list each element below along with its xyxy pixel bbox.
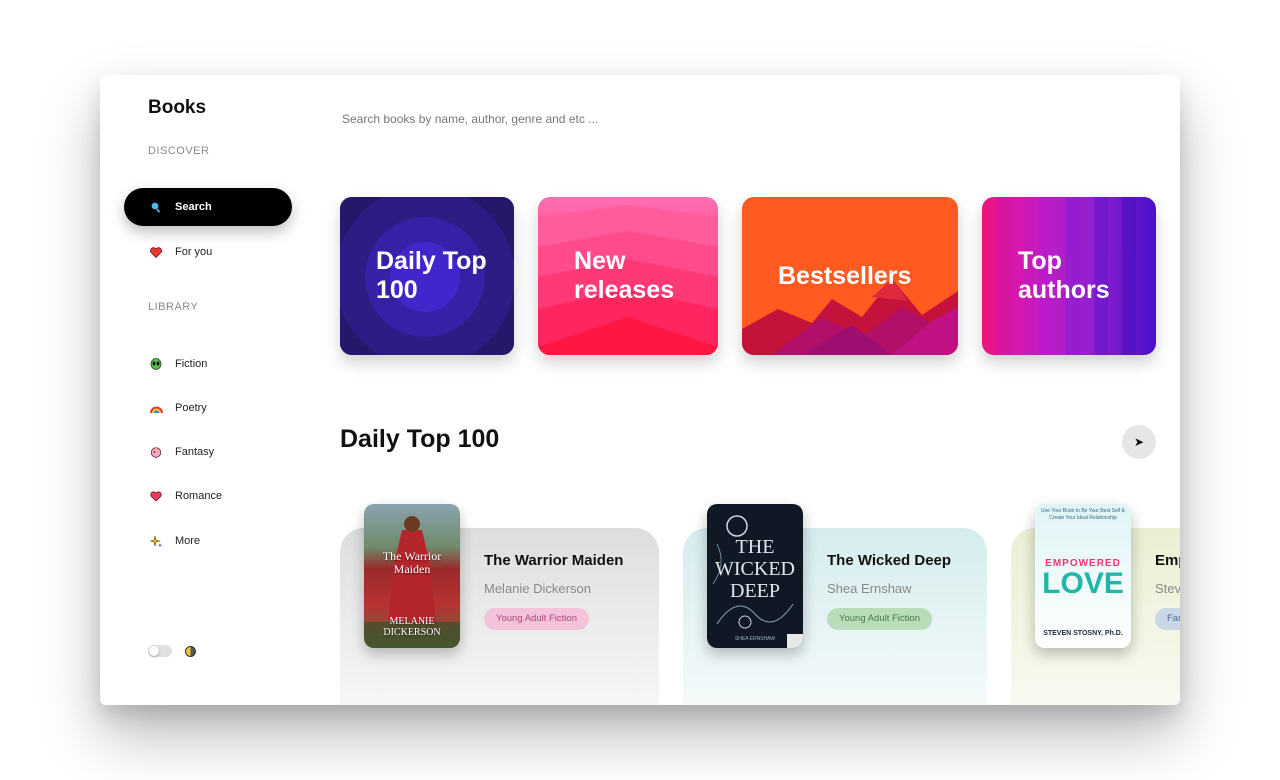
genre-tag: Young Adult Fiction xyxy=(827,608,932,630)
category-card-top-authors[interactable]: Top authors xyxy=(982,197,1156,355)
rainbow-icon xyxy=(149,401,163,415)
theme-toggle[interactable] xyxy=(148,645,172,657)
sidebar-item-search[interactable]: Search xyxy=(124,188,292,226)
discover-label: DISCOVER xyxy=(148,145,210,157)
app-window: Books DISCOVER Search For you LIBRARY Fi… xyxy=(100,75,1180,705)
cover-title: THE WICKED DEEP xyxy=(715,536,795,602)
book-title: Empowered Love xyxy=(1155,552,1180,569)
category-card-bestsellers[interactable]: Bestsellers xyxy=(742,197,958,355)
book-cover: THE WICKED DEEP SHEA ERNSHAW xyxy=(707,504,803,648)
category-label: Top authors xyxy=(1018,247,1110,304)
book-cover: The Warrior Maiden MELANIE DICKERSON xyxy=(364,504,460,648)
arrow-right-icon: ➤ xyxy=(1133,435,1145,449)
sidebar-item-more[interactable]: More xyxy=(124,522,292,560)
book-title: The Wicked Deep xyxy=(827,552,952,569)
cover-subtitle: Use Your Brain to Be Your Best Self & Cr… xyxy=(1041,508,1125,521)
book-author: Shea Ernshaw xyxy=(827,581,912,596)
category-label: New releases xyxy=(574,247,675,304)
book-cover: Use Your Brain to Be Your Best Self & Cr… xyxy=(1035,504,1131,648)
category-label: Bestsellers xyxy=(778,262,912,290)
sidebar-item-label: Romance xyxy=(175,490,223,502)
sidebar-item-romance[interactable]: Romance xyxy=(124,477,292,515)
book-card[interactable]: The Warrior Maiden MELANIE DICKERSON The… xyxy=(340,504,659,705)
sidebar-item-fiction[interactable]: Fiction xyxy=(124,345,292,383)
genre-tag: Young Adult Fiction xyxy=(484,608,589,630)
search-icon xyxy=(149,200,163,214)
cover-author: STEVEN STOSNY, Ph.D. xyxy=(1043,630,1123,637)
next-button[interactable]: ➤ xyxy=(1122,425,1156,459)
genre-tag: Family xyxy=(1155,608,1180,630)
app-title: Books xyxy=(148,97,207,118)
alien-icon xyxy=(149,357,163,371)
sidebar-item-for-you[interactable]: For you xyxy=(124,233,292,271)
cover-title: The Warrior Maiden xyxy=(382,549,442,576)
book-author: Steven Stosny xyxy=(1155,581,1180,596)
book-card[interactable]: Use Your Brain to Be Your Best Self & Cr… xyxy=(1011,504,1180,705)
unicorn-icon xyxy=(149,445,163,459)
heart-icon xyxy=(149,245,163,259)
book-author: Melanie Dickerson xyxy=(484,581,591,596)
category-card-new-releases[interactable]: New releases xyxy=(538,197,718,355)
sidebar-item-label: More xyxy=(175,535,201,547)
sidebar-item-label: Poetry xyxy=(175,402,207,414)
book-card[interactable]: THE WICKED DEEP SHEA ERNSHAW The Wicked … xyxy=(683,504,987,705)
cover-author: SHEA ERNSHAW xyxy=(734,636,776,642)
moon-icon xyxy=(185,646,196,657)
library-label: LIBRARY xyxy=(148,301,199,313)
sidebar-item-label: For you xyxy=(175,246,213,258)
book-title: The Warrior Maiden xyxy=(484,552,624,569)
sidebar-item-label: Fantasy xyxy=(175,446,215,458)
category-card-daily-top-100[interactable]: Daily Top 100 xyxy=(340,197,514,355)
sidebar-item-label: Fiction xyxy=(175,358,208,370)
love-icon xyxy=(149,489,163,503)
section-title: Daily Top 100 xyxy=(340,425,500,453)
sidebar-item-poetry[interactable]: Poetry xyxy=(124,389,292,427)
sidebar-item-fantasy[interactable]: Fantasy xyxy=(124,433,292,471)
sparkles-icon xyxy=(149,534,163,548)
cover-title-main: LOVE xyxy=(1042,567,1124,600)
sidebar-item-label: Search xyxy=(175,201,212,213)
cover-author: MELANIE DICKERSON xyxy=(383,616,441,638)
category-label: Daily Top 100 xyxy=(376,247,487,304)
search-input[interactable] xyxy=(340,107,844,131)
